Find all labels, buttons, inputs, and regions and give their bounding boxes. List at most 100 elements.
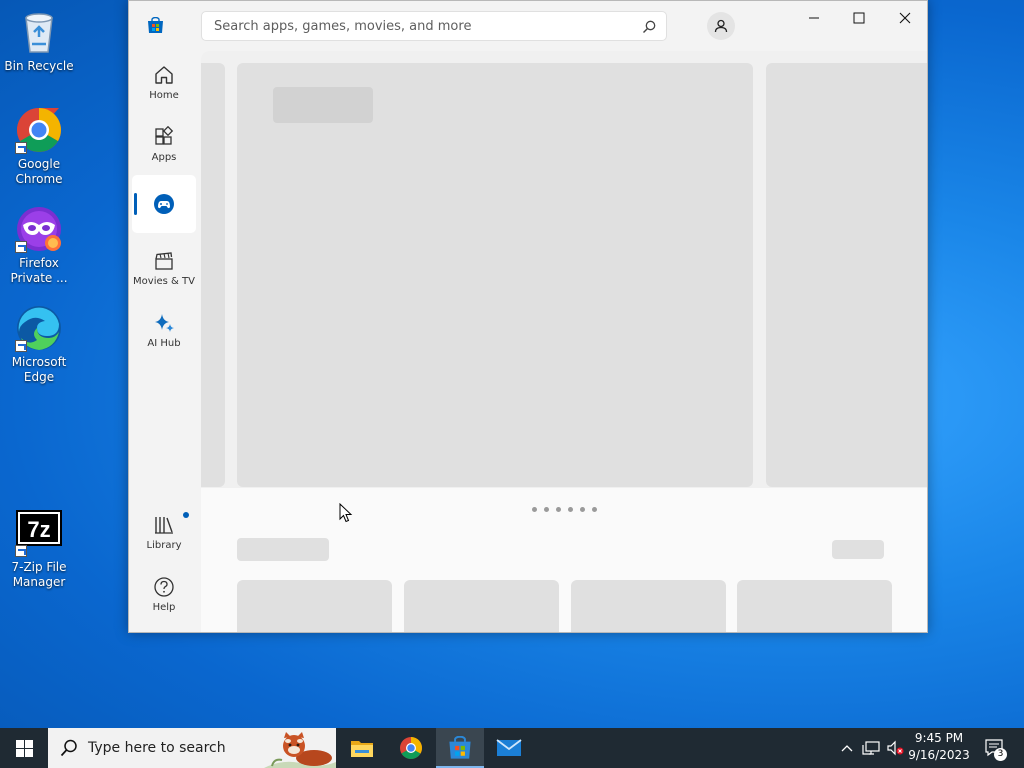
store-search-box[interactable] — [201, 11, 667, 41]
desktop-icon-google-chrome[interactable]: Google Chrome — [1, 106, 77, 187]
taskbar-clock[interactable]: 9:45 PM 9/16/2023 — [900, 730, 978, 766]
clapperboard-icon — [155, 251, 173, 270]
edge-icon — [15, 304, 63, 352]
carousel-next-slide[interactable] — [766, 63, 927, 487]
title-bar — [129, 1, 927, 51]
store-search-input[interactable] — [212, 17, 636, 35]
action-center-button[interactable]: 3 — [980, 728, 1010, 768]
desktop-icon-microsoft-edge[interactable]: Microsoft Edge — [1, 304, 77, 385]
show-hidden-icons-button[interactable] — [838, 728, 856, 768]
desktop-icon-label: 7-Zip File Manager — [11, 560, 67, 589]
carousel-dot[interactable] — [580, 507, 585, 512]
chevron-up-icon — [841, 745, 853, 752]
library-notification-dot — [183, 512, 189, 518]
red-panda-illustration-icon — [264, 732, 336, 768]
section-title-placeholder — [237, 538, 329, 561]
desktop-icon-7zip[interactable]: 7z 7-Zip File Manager — [1, 509, 77, 590]
folder-icon — [351, 741, 373, 757]
carousel-previous-slide[interactable] — [201, 63, 225, 487]
taskbar-mail[interactable] — [485, 728, 533, 768]
shortcut-arrow-icon — [15, 142, 27, 154]
active-indicator — [134, 193, 137, 215]
account-avatar[interactable] — [707, 12, 735, 40]
carousel-page-dots — [532, 507, 597, 512]
desktop-icon-label: Bin Recycle — [4, 59, 74, 73]
close-icon — [899, 12, 911, 24]
desktop-icon-label: Firefox Private ... — [10, 256, 68, 285]
nav-library[interactable]: Library — [132, 503, 196, 561]
product-card-placeholder[interactable] — [737, 580, 892, 632]
see-all-placeholder[interactable] — [832, 540, 884, 559]
carousel-dot[interactable] — [532, 507, 537, 512]
chrome-icon — [400, 737, 422, 759]
taskbar-chrome[interactable] — [387, 728, 435, 768]
carousel-current-slide[interactable] — [237, 63, 753, 487]
start-button[interactable] — [0, 728, 48, 768]
nav-gaming[interactable] — [132, 175, 196, 233]
nav-label: AI Hub — [147, 337, 181, 349]
search-icon[interactable] — [642, 19, 656, 33]
desktop-icon-label: Google Chrome — [15, 157, 63, 186]
library-icon — [155, 516, 173, 534]
mouse-cursor-icon — [339, 503, 353, 523]
close-button[interactable] — [882, 1, 927, 35]
minimize-icon — [809, 17, 819, 19]
sparkle-icon — [155, 313, 174, 332]
home-icon — [155, 65, 173, 84]
microsoft-store-window: Home Apps — [128, 0, 928, 633]
notification-count-badge: 3 — [994, 748, 1007, 761]
nav-label: Library — [146, 539, 182, 551]
microsoft-store-icon — [147, 16, 164, 34]
desktop-icon-label: Microsoft Edge — [11, 355, 67, 384]
microsoft-store-icon — [449, 736, 471, 759]
7zip-icon: 7z — [15, 509, 63, 557]
apps-icon — [155, 125, 174, 145]
maximize-icon — [853, 12, 865, 24]
store-content-area — [201, 51, 927, 632]
mail-icon — [496, 739, 522, 756]
windows-logo-icon — [15, 739, 33, 757]
nav-help[interactable]: Help — [132, 565, 196, 623]
nav-label: Movies & TV — [133, 275, 195, 287]
chrome-icon — [15, 106, 63, 154]
carousel-dot[interactable] — [556, 507, 561, 512]
help-icon — [154, 576, 174, 597]
minimize-button[interactable] — [791, 1, 837, 35]
carousel-dot[interactable] — [592, 507, 597, 512]
nav-ai-hub[interactable]: AI Hub — [132, 301, 196, 359]
search-icon — [60, 739, 77, 757]
taskbar-search-placeholder: Type here to search — [88, 740, 226, 756]
gamepad-icon — [154, 194, 174, 214]
carousel-dot[interactable] — [568, 507, 573, 512]
desktop-icon-recycle-bin[interactable]: Bin Recycle — [1, 8, 77, 74]
clock-date: 9/16/2023 — [908, 748, 970, 762]
nav-label: Home — [149, 89, 179, 101]
taskbar-microsoft-store[interactable] — [436, 728, 484, 768]
desktop-icon-firefox-private[interactable]: Firefox Private ... — [1, 205, 77, 286]
nav-apps[interactable]: Apps — [132, 115, 196, 173]
nav-movies-tv[interactable]: Movies & TV — [132, 239, 196, 297]
store-sidebar: Home Apps Movies & TV AI Hub Library Hel… — [129, 51, 201, 632]
shortcut-arrow-icon — [15, 340, 27, 352]
nav-label: Apps — [151, 151, 177, 163]
maximize-button[interactable] — [836, 1, 882, 35]
person-icon — [714, 19, 728, 33]
recycle-bin-icon — [15, 8, 63, 56]
nav-home[interactable]: Home — [132, 53, 196, 111]
clock-time: 9:45 PM — [914, 731, 964, 745]
hero-title-placeholder — [273, 87, 373, 123]
network-button[interactable] — [860, 728, 882, 768]
taskbar: Type here to search 9:45 PM 9/16/2023 3 — [0, 728, 1024, 768]
taskbar-search-box[interactable]: Type here to search — [48, 728, 336, 768]
nav-label: Help — [152, 601, 176, 613]
taskbar-file-explorer[interactable] — [338, 728, 386, 768]
shortcut-arrow-icon — [15, 545, 27, 557]
product-card-placeholder[interactable] — [571, 580, 726, 632]
shortcut-arrow-icon — [15, 241, 27, 253]
product-card-placeholder[interactable] — [237, 580, 392, 632]
firefox-private-icon — [15, 205, 63, 253]
svg-text:7z: 7z — [27, 517, 50, 542]
product-card-placeholder[interactable] — [404, 580, 559, 632]
carousel-dot[interactable] — [544, 507, 549, 512]
network-icon — [862, 741, 880, 755]
